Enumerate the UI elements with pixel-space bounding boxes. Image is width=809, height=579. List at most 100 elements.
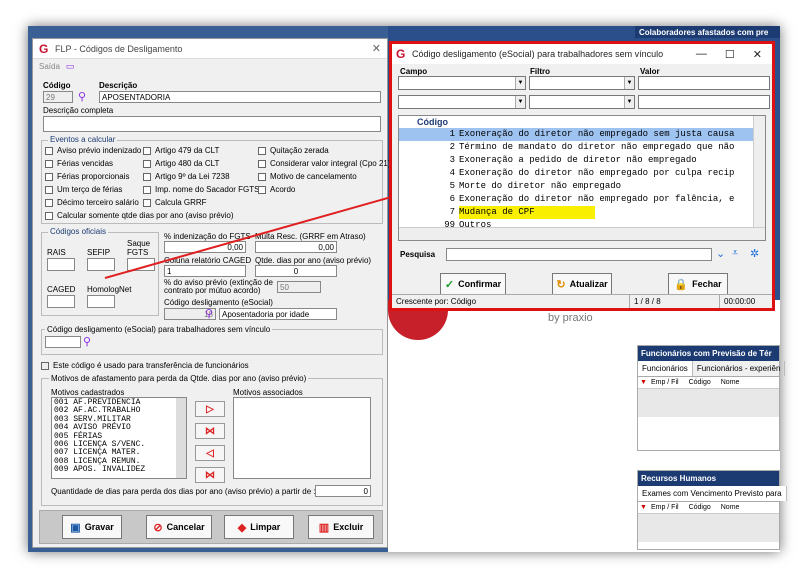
eventos-checkbox[interactable]: Décimo terceiro salário	[45, 198, 139, 207]
col-emp-fil[interactable]: Emp / Fil	[651, 504, 679, 511]
move-right-button[interactable]: ▷	[195, 401, 225, 417]
expand-all-icon[interactable]: ⩡	[732, 247, 738, 260]
eventos-checkbox[interactable]: Considerar valor integral (Cpo 21)	[258, 159, 391, 168]
eventos-checkbox[interactable]: Quitação zerada	[258, 146, 329, 155]
atualizar-button[interactable]: ↻ Atualizar	[552, 273, 612, 295]
filtro-select-1[interactable]: ▼	[529, 76, 635, 90]
lock-icon: 🔒	[674, 278, 689, 291]
close-icon[interactable]: ✕	[753, 48, 762, 61]
table-row[interactable]: 4 Exoneração do diretor não empregado por…	[399, 167, 755, 180]
motivos-title: Motivos de afastamento para perda da Qtd…	[49, 374, 309, 383]
rais-input[interactable]	[47, 258, 75, 271]
move-all-right-button[interactable]: ⋈	[195, 423, 225, 439]
sem-vinculo-input[interactable]	[45, 336, 81, 348]
menu-saida[interactable]: Saída	[39, 62, 60, 71]
monitor-icon[interactable]: ▭	[66, 61, 75, 72]
caged-label: CAGED	[47, 285, 76, 294]
horizontal-scrollbar[interactable]	[399, 227, 765, 240]
table-row[interactable]: 6 Exoneração do diretor não empregado por…	[399, 193, 755, 206]
gravar-button[interactable]: ▣ Gravar	[62, 515, 122, 539]
grid-body	[638, 389, 779, 417]
confirmar-button[interactable]: ✓ Confirmar	[440, 273, 506, 295]
panel-recursos-humanos: Recursos Humanos Exames com Vencimento P…	[637, 470, 787, 550]
table-row-highlighted[interactable]: 7 Mudança de CPF	[399, 206, 755, 219]
eventos-checkbox[interactable]: Calcula GRRF	[143, 198, 207, 207]
tab-exames[interactable]: Exames com Vencimento Previsto para	[638, 486, 787, 501]
multa-label: Multa Resc. (GRRF em Atraso)	[255, 232, 366, 241]
eventos-checkbox[interactable]: Aviso prévio indenizado	[45, 146, 141, 155]
search-icon[interactable]: ⚲	[78, 91, 90, 103]
table-row[interactable]: 1 Exoneração do diretor não empregado sem…	[399, 128, 755, 141]
list-scrollbar[interactable]	[176, 398, 186, 478]
valor-input-1[interactable]	[638, 76, 770, 90]
descricao-completa-input[interactable]	[43, 116, 381, 132]
tab-funcionarios[interactable]: Funcionários	[638, 361, 693, 376]
expand-down-icon[interactable]: ⌄	[716, 247, 725, 260]
list-item[interactable]: 009 APOS. INVALIDEZ	[54, 465, 184, 474]
pesquisa-input[interactable]	[446, 248, 712, 261]
motivos-associados-list[interactable]	[233, 397, 371, 479]
pct-aviso-input[interactable]: 50	[277, 281, 321, 293]
chevron-down-icon: ▼	[515, 77, 525, 89]
valor-input-2[interactable]	[638, 95, 770, 109]
multa-input[interactable]: 0,00	[255, 241, 337, 253]
limpar-button[interactable]: ◆ Limpar	[224, 515, 294, 539]
sefip-input[interactable]	[87, 258, 115, 271]
dialog-title: Código desligamento (eSocial) para traba…	[412, 49, 664, 59]
coluna-caged-input[interactable]: 1	[164, 265, 246, 277]
chevron-down-icon: ▼	[624, 96, 634, 108]
filtro-select-2[interactable]: ▼	[529, 95, 635, 109]
eventos-checkbox[interactable]: Férias vencidas	[45, 159, 113, 168]
eventos-checkbox[interactable]: Artigo 9º da Lei 7238	[143, 172, 230, 181]
chevron-down-icon: ▼	[515, 96, 525, 108]
table-row[interactable]: 2 Término de mandato do diretor não empre…	[399, 141, 755, 154]
eventos-checkbox[interactable]: Motivo de cancelamento	[258, 172, 357, 181]
campo-select-2[interactable]: ▼	[398, 95, 526, 109]
vertical-scrollbar[interactable]	[753, 116, 765, 229]
check-icon: ✓	[444, 278, 455, 291]
col-emp-fil[interactable]: Emp / Fil	[651, 379, 679, 386]
codigo-input[interactable]: 29	[43, 91, 73, 103]
caged-input[interactable]	[47, 295, 75, 308]
qtde-dias-label: Qtde. dias por ano (aviso prévio)	[255, 256, 372, 265]
homolognet-label: HomologNet	[87, 285, 132, 294]
excluir-button[interactable]: ▥ Excluir	[308, 515, 374, 539]
campo-select-1[interactable]: ▼	[398, 76, 526, 90]
col-nome[interactable]: Nome	[721, 379, 740, 386]
maximize-icon[interactable]: ☐	[725, 48, 735, 61]
close-icon[interactable]: ✕	[372, 42, 381, 55]
descricao-input[interactable]: APOSENTADORIA	[99, 91, 381, 103]
homolognet-input[interactable]	[87, 295, 115, 308]
transferencia-checkbox[interactable]: Este código é usado para transferência d…	[41, 361, 249, 370]
eventos-checkbox[interactable]: Artigo 480 da CLT	[143, 159, 219, 168]
eventos-checkbox[interactable]: Artigo 479 da CLT	[143, 146, 219, 155]
table-row[interactable]: 3 Exoneração a pedido de diretor não empr…	[399, 154, 755, 167]
col-codigo[interactable]: Código	[417, 117, 448, 127]
tab-funcionarios-experiencia[interactable]: Funcionários - experiên	[693, 361, 786, 376]
motivos-cadastrados-list[interactable]: 001 AF.PREVIDENCIA 002 AF.AC.TRABALHO 00…	[51, 397, 187, 479]
eventos-checkbox[interactable]: Acordo	[258, 185, 295, 194]
sort-status: Crescente por: Código	[392, 295, 630, 308]
gear-icon[interactable]: ✲	[750, 247, 759, 260]
panel-header: Funcionários com Previsão de Tér	[638, 346, 779, 361]
col-codigo[interactable]: Código	[689, 379, 711, 386]
col-codigo[interactable]: Código	[689, 504, 711, 511]
eventos-checkbox[interactable]: Imp. nome do Sacador FGTS	[143, 185, 260, 194]
search-icon[interactable]: ⚲	[83, 336, 95, 348]
col-nome[interactable]: Nome	[721, 504, 740, 511]
search-icon[interactable]: ⚲	[205, 308, 217, 320]
quantidade-input[interactable]: 0	[315, 485, 371, 497]
eventos-checkbox[interactable]: Um terço de férias	[45, 185, 122, 194]
cod-esocial-label: Código desligamento (eSocial)	[164, 298, 273, 307]
pct-fgts-input[interactable]: 0,00	[164, 241, 246, 253]
cancel-icon: ⊘	[153, 521, 163, 534]
table-row[interactable]: 5 Morte do diretor não empregado	[399, 180, 755, 193]
eventos-checkbox[interactable]: Férias proporcionais	[45, 172, 129, 181]
fechar-button[interactable]: 🔒 Fechar	[668, 273, 728, 295]
qtde-dias-input[interactable]: 0	[255, 265, 337, 277]
calcular-qtde-checkbox[interactable]: Calcular somente qtde dias por ano (avis…	[45, 211, 234, 220]
minimize-icon[interactable]: —	[696, 48, 707, 61]
move-all-left-button[interactable]: ⋈	[195, 467, 225, 483]
cancelar-button[interactable]: ⊘ Cancelar	[146, 515, 212, 539]
move-left-button[interactable]: ◁	[195, 445, 225, 461]
